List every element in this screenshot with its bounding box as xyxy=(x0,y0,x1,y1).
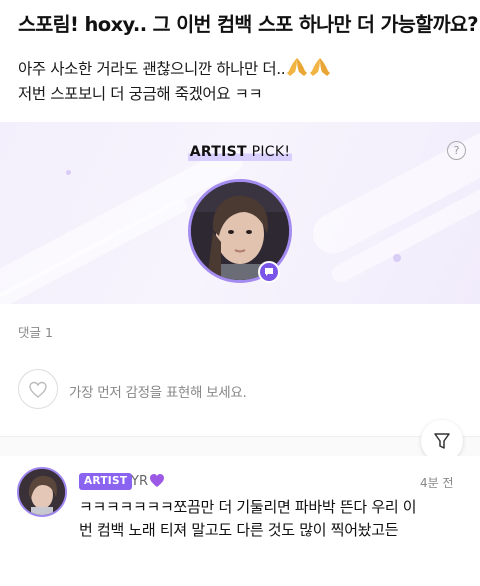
comment-item[interactable]: ARTIST YR 4분 전 ㅋㅋㅋㅋㅋㅋㅋ쪼끔만 더 기둘리면 파바박 뜬다 … xyxy=(0,456,480,586)
decor-dot xyxy=(66,170,71,175)
purple-heart-icon xyxy=(149,473,165,493)
artist-pick-label: ARTIST PICK! xyxy=(0,144,480,161)
post-body: 아주 사소한 거라도 괜찮으니깐 하나만 더.. 저번 스포보니 더 궁금해 죽… xyxy=(18,57,468,107)
artist-pick-label-bold: ARTIST xyxy=(189,144,247,160)
comment-author[interactable]: YR xyxy=(131,473,165,493)
artist-badge: ARTIST xyxy=(79,473,133,490)
heart-button[interactable] xyxy=(18,369,58,409)
section-divider xyxy=(0,436,480,456)
emotion-prompt-text[interactable]: 가장 먼저 감정을 표현해 보세요. xyxy=(69,381,247,401)
post-title: 스포림! hoxy.. 그 이번 컴백 스포 하나만 더 가능할까요? xyxy=(18,13,479,36)
comment-text: ㅋㅋㅋㅋㅋㅋㅋ쪼끔만 더 기둘리면 파바박 뜬다 우리 이 번 컴백 노래 티져… xyxy=(79,496,469,542)
chat-bubble-icon xyxy=(258,261,280,283)
help-button[interactable]: ? xyxy=(447,141,466,160)
artist-pick-label-rest: PICK! xyxy=(246,144,291,160)
heart-icon xyxy=(29,381,47,398)
comment-text-line-1: ㅋㅋㅋㅋㅋㅋㅋ쪼끔만 더 기둘리면 파바박 뜬다 우리 이 xyxy=(79,498,417,516)
praying-hands-icon xyxy=(309,57,331,77)
comment-text-line-2: 번 컴백 노래 티져 말고도 다른 것도 많이 찍어놨고든 xyxy=(79,521,399,539)
comment-avatar[interactable] xyxy=(17,467,67,517)
praying-hands-icon xyxy=(286,57,308,77)
decor-streak xyxy=(0,196,190,304)
post-body-line-2: 저번 스포보니 더 궁금해 죽겠어요 ㅋㅋ xyxy=(18,85,263,103)
post-body-line-1: 아주 사소한 거라도 괜찮으니깐 하나만 더.. xyxy=(18,57,468,82)
decor-dot xyxy=(393,254,401,262)
comment-time: 4분 전 xyxy=(420,476,454,490)
post-body-text-1: 아주 사소한 거라도 괜찮으니깐 하나만 더.. xyxy=(18,60,286,78)
comment-count: 댓글 1 xyxy=(18,325,53,340)
comment-author-name[interactable]: YR xyxy=(131,474,148,489)
